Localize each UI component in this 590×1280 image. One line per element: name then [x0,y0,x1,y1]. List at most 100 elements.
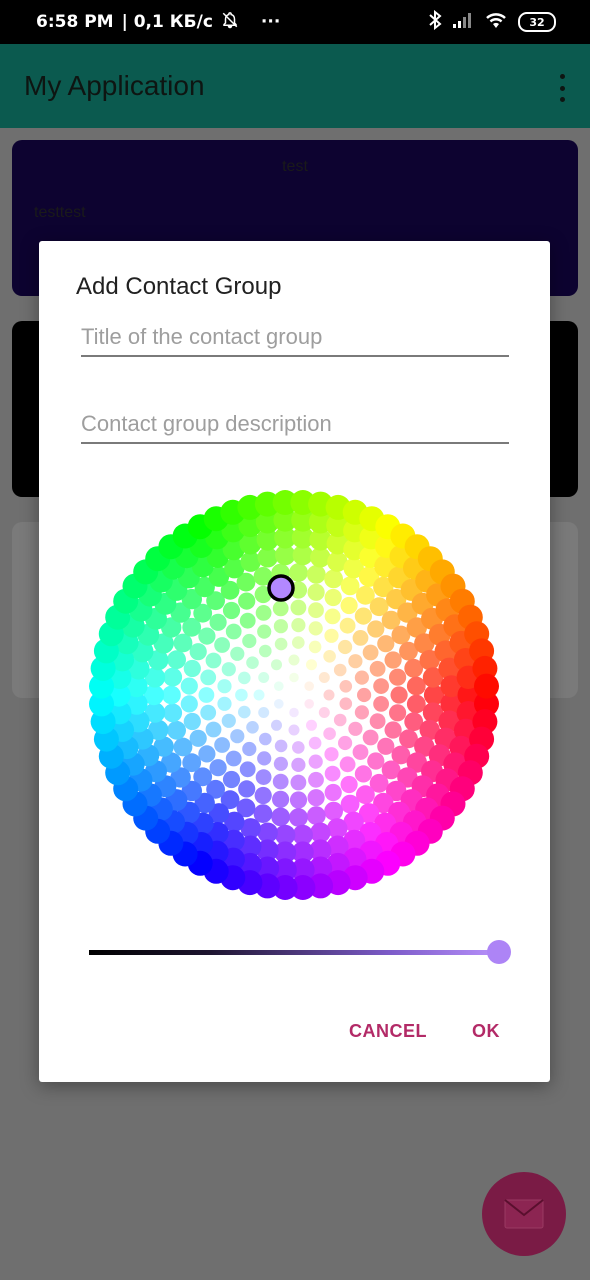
color-swatch[interactable] [183,712,201,731]
overflow-menu-icon[interactable] [558,74,566,102]
color-swatch[interactable] [259,732,272,746]
color-swatch[interactable] [373,696,389,712]
color-swatch[interactable] [340,794,360,814]
color-swatch[interactable] [167,720,186,740]
color-swatch[interactable] [291,757,306,772]
color-swatch[interactable] [291,618,306,633]
color-swatch[interactable] [308,754,323,769]
color-swatch[interactable] [274,637,288,651]
color-swatch[interactable] [217,696,232,711]
color-swatch[interactable] [324,747,339,762]
color-swatch[interactable] [348,654,363,669]
color-swatch[interactable] [354,670,369,685]
color-swatch[interactable] [289,563,308,582]
color-swatch[interactable] [205,721,222,738]
color-swatch[interactable] [167,650,186,670]
color-swatch[interactable] [323,689,335,701]
color-swatch[interactable] [406,694,426,714]
color-swatch[interactable] [348,721,363,736]
color-swatch[interactable] [308,621,323,636]
color-swatch[interactable] [289,808,308,827]
color-swatch[interactable] [254,786,272,805]
color-swatch[interactable] [239,761,256,778]
color-swatch[interactable] [340,596,358,615]
color-swatch[interactable] [274,739,288,753]
color-swatch[interactable] [240,551,261,572]
color-swatch[interactable] [255,605,272,621]
color-swatch[interactable] [338,639,353,655]
ok-button[interactable]: OK [472,1021,500,1042]
color-swatch[interactable] [339,697,353,710]
color-swatch[interactable] [235,688,248,702]
color-swatch[interactable] [225,623,242,640]
color-swatch[interactable] [272,790,290,808]
color-swatch[interactable] [323,650,336,663]
color-swatch[interactable] [257,624,272,639]
compose-fab[interactable] [482,1172,566,1256]
color-swatch[interactable] [238,671,251,685]
color-swatch[interactable] [221,662,236,677]
color-swatch[interactable] [373,678,389,694]
color-swatch[interactable] [308,736,322,750]
color-swatch[interactable] [209,613,227,631]
color-swatch[interactable] [306,659,317,671]
color-swatch[interactable] [304,699,314,709]
color-wheel[interactable] [76,477,512,913]
group-title-input[interactable] [81,319,509,357]
color-swatch[interactable] [272,773,289,790]
color-swatch[interactable] [271,719,282,731]
color-swatch[interactable] [377,635,395,653]
color-swatch[interactable] [290,774,307,791]
color-swatch[interactable] [354,705,369,720]
color-swatch[interactable] [200,669,217,686]
color-swatch[interactable] [354,765,372,783]
color-swatch[interactable] [271,807,290,827]
color-swatch[interactable] [198,627,216,645]
color-swatch[interactable] [318,672,330,683]
group-description-input[interactable] [81,406,509,444]
color-swatch[interactable] [324,801,343,821]
color-swatch[interactable] [242,633,257,649]
color-swatch[interactable] [389,704,407,722]
color-swatch[interactable] [253,689,265,701]
color-swatch[interactable] [324,588,342,607]
color-swatch[interactable] [474,673,499,699]
color-swatch[interactable] [406,676,426,696]
color-swatch[interactable] [290,599,307,616]
color-swatch[interactable] [384,651,402,669]
color-swatch[interactable] [340,775,358,794]
color-swatch[interactable] [308,640,322,654]
color-swatch[interactable] [307,789,325,807]
color-swatch[interactable] [327,818,348,839]
color-swatch[interactable] [209,759,227,777]
color-swatch[interactable] [357,687,372,703]
color-swatch[interactable] [324,569,343,589]
color-swatch[interactable] [214,637,231,653]
color-swatch[interactable] [308,771,324,788]
color-swatch[interactable] [288,654,300,666]
color-swatch[interactable] [333,713,347,727]
color-swatch[interactable] [183,659,201,678]
color-swatch[interactable] [230,646,245,661]
color-swatch[interactable] [318,707,330,718]
color-swatch[interactable] [222,601,241,620]
color-swatch[interactable] [352,630,369,646]
color-swatch[interactable] [259,644,272,658]
color-swatch[interactable] [163,667,183,687]
selected-color-indicator[interactable] [267,574,295,602]
color-swatch[interactable] [222,770,241,789]
color-swatch[interactable] [390,686,408,704]
color-swatch[interactable] [324,765,341,782]
color-swatch[interactable] [339,756,356,773]
color-swatch[interactable] [198,745,216,763]
color-swatch[interactable] [304,681,314,691]
color-swatch[interactable] [238,592,256,610]
color-swatch[interactable] [389,668,407,686]
color-swatch[interactable] [288,724,300,736]
color-swatch[interactable] [217,679,232,694]
color-swatch[interactable] [246,656,259,669]
color-swatch[interactable] [230,729,245,744]
color-swatch[interactable] [246,721,259,734]
color-swatch[interactable] [225,750,242,767]
color-swatch[interactable] [258,672,270,683]
